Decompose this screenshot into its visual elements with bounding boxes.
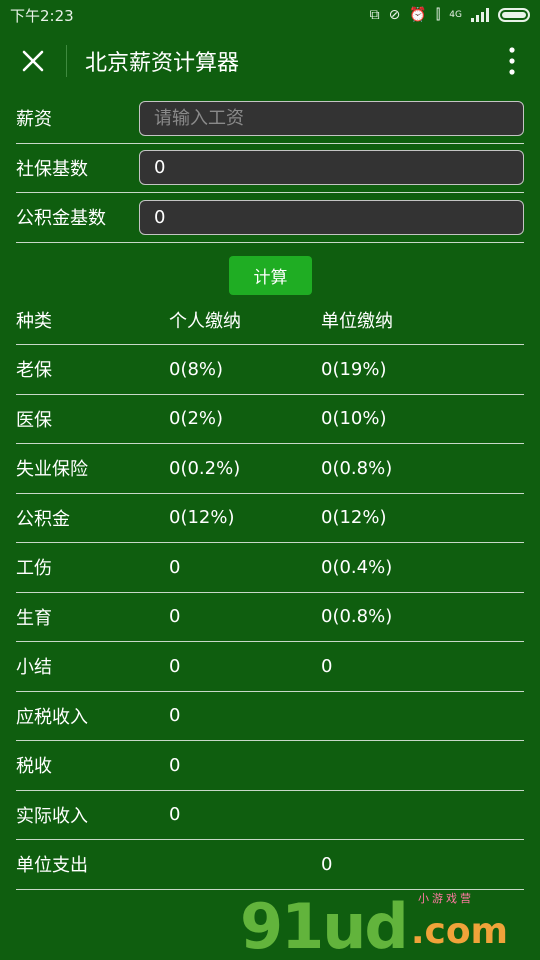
calculate-button[interactable]: 计算 (229, 256, 312, 295)
salary-form: 薪资 社保基数 公积金基数 (16, 94, 524, 243)
row-company: 0 (321, 655, 333, 677)
row-personal: 0(0.2%) (169, 457, 241, 479)
more-menu-button[interactable] (502, 44, 522, 78)
row-personal: 0(8%) (169, 358, 224, 380)
battery-icon (498, 8, 530, 22)
salary-input[interactable] (139, 100, 524, 136)
table-row: 公积金 0(12%) 0(12%) (16, 494, 524, 543)
status-icons: ⧉ ⊘ ⏰ ⫿ 4G (370, 7, 530, 23)
close-icon (22, 50, 44, 72)
row-personal: 0 (169, 754, 181, 776)
social-base-row: 社保基数 (16, 144, 524, 193)
page-title: 北京薪资计算器 (85, 51, 240, 76)
row-personal: 0(2%) (169, 408, 224, 430)
table-row: 生育 0 0(0.8%) (16, 593, 524, 642)
row-company: 0 (321, 853, 333, 875)
row-category: 小结 (16, 657, 52, 679)
title-bar: 北京薪资计算器 (0, 30, 540, 92)
row-personal: 0 (169, 556, 181, 578)
social-base-label: 社保基数 (16, 158, 88, 180)
status-time: 下午2:23 (10, 6, 74, 25)
row-personal: 0 (169, 606, 181, 628)
social-base-input[interactable] (139, 150, 524, 186)
fund-base-input[interactable] (139, 199, 524, 235)
salary-label: 薪资 (16, 109, 52, 131)
header-company: 单位缴纳 (321, 311, 393, 332)
result-table: 种类 个人缴纳 单位缴纳 老保 0(8%) 0(19%) 医保 0(2%) 0(… (16, 296, 524, 890)
vibrate-icon: ⫿ (435, 7, 441, 23)
watermark-suffix: .com (410, 911, 509, 952)
row-personal: 0(12%) (169, 507, 235, 529)
table-row: 医保 0(2%) 0(10%) (16, 395, 524, 444)
network-label: 4G (449, 10, 462, 20)
table-row: 实际收入 0 (16, 791, 524, 840)
row-category: 老保 (16, 360, 52, 382)
row-personal: 0 (169, 655, 181, 677)
watermark-sub: 小游戏营 (418, 892, 474, 905)
header-personal: 个人缴纳 (169, 311, 241, 332)
copy-icon: ⧉ (369, 7, 380, 23)
table-header: 种类 个人缴纳 单位缴纳 (16, 296, 524, 345)
title-divider (66, 45, 67, 77)
watermark-logo: 91ud .com 小游戏营 (240, 888, 540, 960)
row-company: 0(12%) (321, 507, 387, 529)
row-company: 0(0.8%) (321, 457, 393, 479)
row-company: 0(10%) (321, 408, 387, 430)
row-category: 工伤 (16, 558, 52, 580)
fund-base-row: 公积金基数 (16, 193, 524, 243)
row-category: 公积金 (16, 508, 70, 530)
row-category: 单位支出 (16, 855, 88, 877)
close-button[interactable] (0, 30, 66, 92)
table-row: 单位支出 0 (16, 840, 524, 890)
table-row: 失业保险 0(0.2%) 0(0.8%) (16, 444, 524, 494)
row-category: 医保 (16, 409, 52, 431)
row-company: 0(19%) (321, 358, 387, 380)
table-row: 老保 0(8%) 0(19%) (16, 345, 524, 395)
alarm-icon: ⏰ (409, 7, 427, 23)
more-vertical-icon (509, 47, 515, 75)
mute-icon: ⊘ (388, 7, 401, 23)
row-personal: 0 (169, 804, 181, 826)
table-row: 税收 0 (16, 741, 524, 791)
table-row: 工伤 0 0(0.4%) (16, 543, 524, 593)
signal-icon (471, 8, 489, 22)
status-bar: 下午2:23 ⧉ ⊘ ⏰ ⫿ 4G (0, 0, 540, 30)
row-category: 税收 (16, 756, 52, 778)
fund-base-label: 公积金基数 (16, 208, 106, 230)
table-row: 应税收入 0 (16, 692, 524, 741)
row-category: 实际收入 (16, 805, 88, 827)
header-category: 种类 (16, 311, 52, 332)
table-row: 小结 0 0 (16, 642, 524, 692)
row-category: 应税收入 (16, 706, 88, 728)
row-personal: 0 (169, 705, 181, 727)
row-company: 0(0.4%) (321, 556, 393, 578)
salary-row: 薪资 (16, 94, 524, 144)
watermark-text: 91ud (240, 890, 409, 960)
row-category: 失业保险 (16, 459, 88, 481)
row-category: 生育 (16, 607, 52, 629)
row-company: 0(0.8%) (321, 606, 393, 628)
